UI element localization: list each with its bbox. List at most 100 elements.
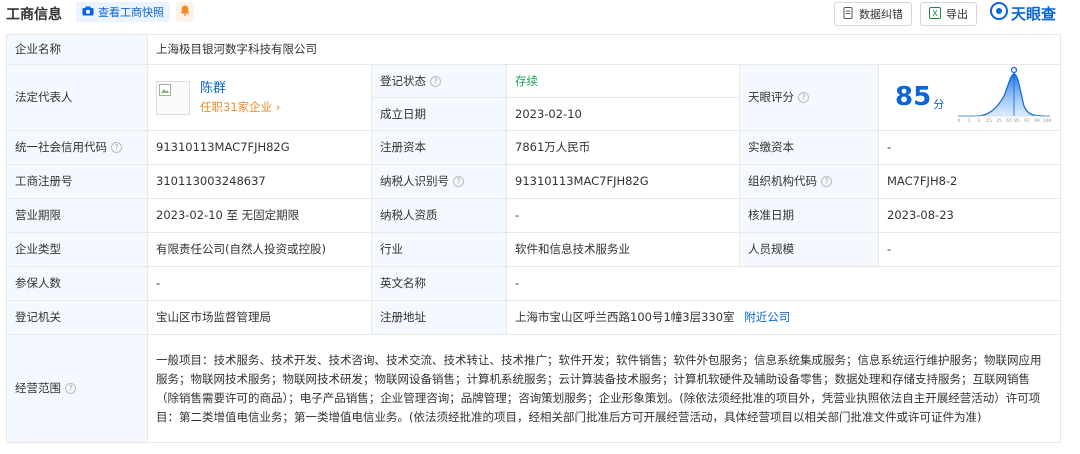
reg-status-value: 存续 xyxy=(506,64,740,98)
help-icon[interactable]: ? xyxy=(430,75,441,87)
term-value: 2023-02-10 至 无固定期限 xyxy=(147,198,372,233)
table-row: 参保人数 - 英文名称 - xyxy=(6,266,1062,301)
en-name-value: - xyxy=(505,266,1062,301)
en-name-label: 英文名称 xyxy=(371,266,507,301)
paid-capital-label: 实缴资本 xyxy=(739,130,879,165)
tick-label: 35 xyxy=(996,118,1002,124)
tick-label: 99 xyxy=(1034,118,1040,124)
staff-size-value: - xyxy=(877,232,1062,267)
logo-text: 天眼查 xyxy=(1011,4,1057,23)
score-label-cell: 天眼评分? xyxy=(739,64,879,131)
legal-rep-positions-label: 任职31家企业 xyxy=(200,99,273,114)
table-row: 工商注册号 310113003248637 纳税人识别号? 91310113MA… xyxy=(6,164,1062,199)
company-type-label: 企业类型 xyxy=(6,232,148,267)
company-name-label: 企业名称 xyxy=(6,34,148,65)
help-icon[interactable]: ? xyxy=(65,383,76,394)
data-correction-label: 数据纠错 xyxy=(859,8,903,21)
help-icon[interactable]: ? xyxy=(821,176,832,187)
tick-label: 97 xyxy=(1024,118,1030,124)
avatar[interactable] xyxy=(156,80,190,115)
table-row: 登记机关 宝山区市场监督管理局 注册地址 上海市宝山区呼兰西路100号1幢3层3… xyxy=(6,300,1062,335)
table-row: 企业名称 上海极目银河数字科技有限公司 xyxy=(6,34,1062,65)
help-icon[interactable]: ? xyxy=(453,176,464,187)
view-snapshot-label: 查看工商快照 xyxy=(98,6,164,19)
industry-label: 行业 xyxy=(371,232,507,267)
tick-label: 85 xyxy=(1014,118,1020,124)
tianyancha-logo: 天眼查 xyxy=(990,2,1056,24)
score-unit: 分 xyxy=(933,98,945,111)
help-icon[interactable]: ? xyxy=(798,92,809,103)
credit-code-label: 统一社会信用代码 xyxy=(15,140,107,154)
term-label: 营业期限 xyxy=(6,198,148,233)
score-value: 85 xyxy=(895,82,932,112)
credit-code-label-cell: 统一社会信用代码? xyxy=(6,130,148,165)
score-cell[interactable]: 85 分 0 1 3 15 35 65 85 97 99 100 xyxy=(877,64,1062,131)
reg-status-label-cell: 登记状态? xyxy=(371,64,507,98)
scope-value: 一般项目：技术服务、技术开发、技术咨询、技术交流、技术转让、技术推广；软件开发；… xyxy=(146,334,1062,443)
reg-no-value: 310113003248637 xyxy=(147,164,372,199)
table-row: 营业期限 2023-02-10 至 无固定期限 纳税人资质 - 核准日期 202… xyxy=(6,198,1062,233)
address-value: 上海市宝山区呼兰西路100号1幢3层330室 xyxy=(515,310,735,324)
score-distribution-chart: 0 1 3 15 35 65 85 97 99 100 xyxy=(956,66,1052,129)
table-row: 统一社会信用代码? 91310113MAC7FJH82G 注册资本 7861万人… xyxy=(6,130,1062,165)
table-row: 企业类型 有限责任公司(自然人投资或控股) 行业 软件和信息技术服务业 人员规模… xyxy=(6,232,1062,267)
staff-size-label: 人员规模 xyxy=(739,232,879,267)
org-code-value: MAC7FJH8-2 xyxy=(877,164,1062,199)
svg-text:X: X xyxy=(932,9,938,18)
view-snapshot-button[interactable]: 查看工商快照 xyxy=(76,2,170,22)
help-icon[interactable]: ? xyxy=(111,142,122,153)
tick-label: 1 xyxy=(968,118,971,124)
excel-icon: X xyxy=(929,6,941,22)
eye-logo-icon xyxy=(990,2,1008,24)
table-row: 经营范围? 一般项目：技术服务、技术开发、技术咨询、技术交流、技术转让、技术推广… xyxy=(6,334,1062,443)
org-code-label-cell: 组织机构代码? xyxy=(739,164,879,199)
taxpayer-qual-value: - xyxy=(506,198,740,233)
notify-button[interactable] xyxy=(176,2,194,22)
reg-no-label: 工商注册号 xyxy=(6,164,148,199)
tick-label: 100 xyxy=(1043,118,1052,124)
address-cell: 上海市宝山区呼兰西路100号1幢3层330室 附近公司 xyxy=(505,300,1062,335)
tick-label: 3 xyxy=(978,118,981,124)
company-name-value: 上海极目银河数字科技有限公司 xyxy=(146,34,1062,65)
taxpayer-id-value: 91310113MAC7FJH82G xyxy=(506,164,740,199)
taxpayer-id-label-cell: 纳税人识别号? xyxy=(371,164,507,199)
approve-date-label: 核准日期 xyxy=(739,198,879,233)
legal-rep-name-link[interactable]: 陈群 xyxy=(200,80,280,97)
bell-icon xyxy=(180,5,190,19)
legal-rep-cell: 陈群 任职31家企业 › xyxy=(147,64,372,131)
export-label: 导出 xyxy=(946,8,968,21)
reg-status-label: 登记状态 xyxy=(380,73,426,88)
authority-label: 登记机关 xyxy=(6,300,148,335)
section-title: 工商信息 xyxy=(6,7,62,23)
legal-rep-positions-link[interactable]: 任职31家企业 › xyxy=(200,99,280,116)
est-date-value: 2023-02-10 xyxy=(506,97,740,131)
paid-capital-value: - xyxy=(877,130,1062,165)
export-button[interactable]: X 导出 xyxy=(920,2,977,26)
table-row: 法定代表人 陈群 任职31家企业 › 登记状态? 存续 天眼评分? 85 分 0… xyxy=(6,64,1062,131)
authority-value: 宝山区市场监督管理局 xyxy=(147,300,372,335)
scope-label-cell: 经营范围? xyxy=(6,334,148,443)
score-label: 天眼评分 xyxy=(748,90,794,104)
insured-label: 参保人数 xyxy=(6,266,148,301)
data-correction-button[interactable]: 数据纠错 xyxy=(834,2,912,26)
tick-label: 0 xyxy=(958,118,961,124)
est-date-label: 成立日期 xyxy=(371,97,507,131)
taxpayer-id-label: 纳税人识别号 xyxy=(380,174,449,188)
legal-rep-label: 法定代表人 xyxy=(6,64,148,131)
chevron-right-icon: › xyxy=(275,99,281,114)
taxpayer-qual-label: 纳税人资质 xyxy=(371,198,507,233)
approve-date-value: 2023-08-23 xyxy=(877,198,1062,233)
reg-capital-value: 7861万人民币 xyxy=(506,130,740,165)
insured-value: - xyxy=(147,266,372,301)
business-info-table: 企业名称 上海极目银河数字科技有限公司 法定代表人 陈群 任职31家企业 › 登… xyxy=(6,34,1062,443)
credit-code-value: 91310113MAC7FJH82G xyxy=(147,130,372,165)
scope-label: 经营范围 xyxy=(15,381,61,395)
address-label: 注册地址 xyxy=(371,300,507,335)
document-edit-icon xyxy=(843,6,854,22)
tick-label: 65 xyxy=(1006,118,1012,124)
nearby-companies-link[interactable]: 附近公司 xyxy=(744,310,790,324)
industry-value: 软件和信息技术服务业 xyxy=(506,232,740,267)
org-code-label: 组织机构代码 xyxy=(748,174,817,188)
tick-label: 15 xyxy=(986,118,992,124)
section-header: 工商信息 查看工商快照 数据纠错 X 导出 天眼查 xyxy=(0,0,1080,28)
